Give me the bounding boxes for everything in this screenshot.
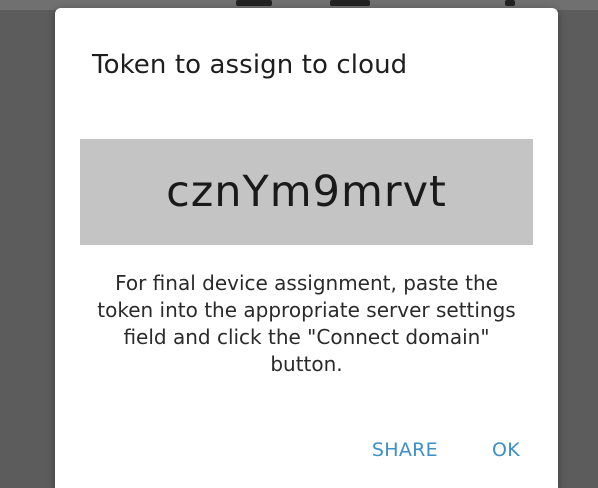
background-fragment — [330, 0, 370, 6]
token-display: cznYm9mrvt — [80, 139, 533, 245]
share-button[interactable]: SHARE — [362, 433, 448, 467]
ok-button[interactable]: OK — [482, 433, 530, 467]
token-value[interactable]: cznYm9mrvt — [166, 167, 447, 217]
dialog-title: Token to assign to cloud — [92, 50, 408, 80]
background-fragment — [505, 0, 515, 6]
token-dialog: Token to assign to cloud cznYm9mrvt For … — [55, 8, 558, 488]
dialog-actions: SHARE OK — [362, 432, 558, 468]
dialog-message: For final device assignment, paste the t… — [97, 271, 516, 376]
background-fragment — [236, 0, 272, 6]
